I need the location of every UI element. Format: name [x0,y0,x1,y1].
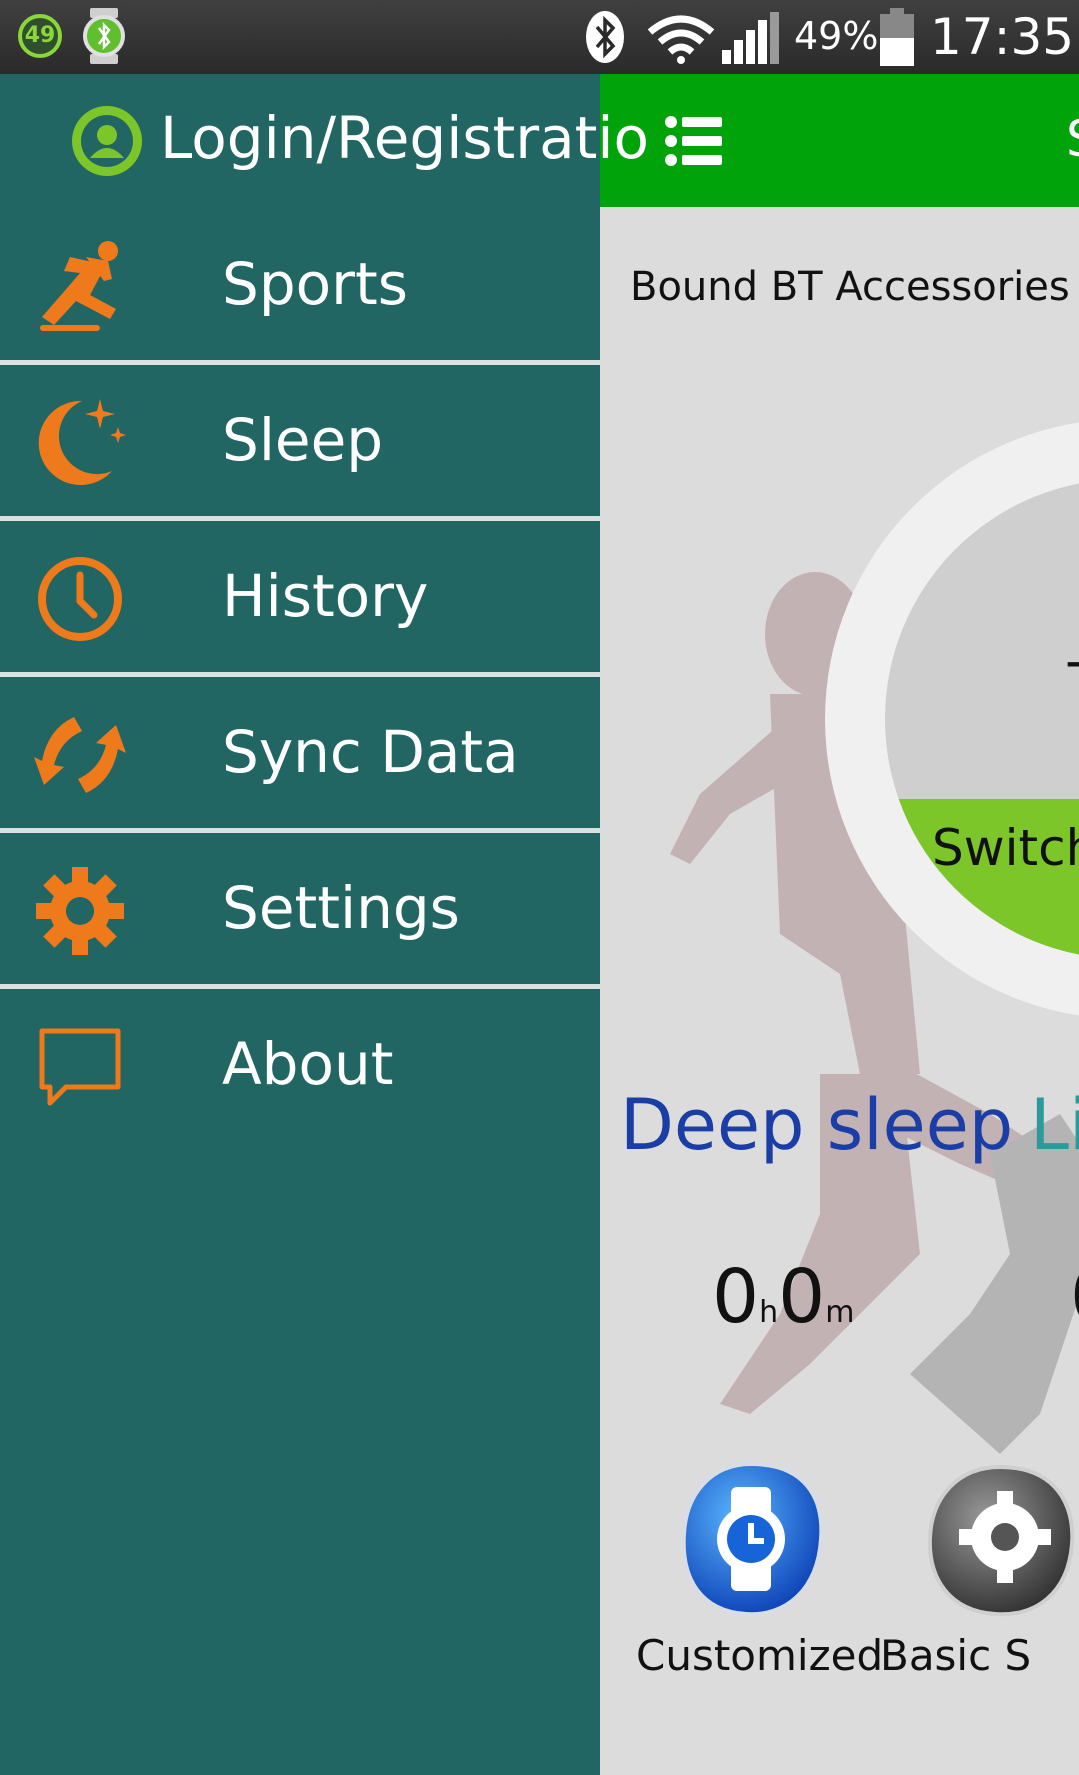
drawer-item-sleep[interactable]: Sleep [0,365,600,521]
drawer-item-settings[interactable]: Settings [0,833,600,989]
dial-dash: - [1065,629,1079,692]
light-sleep-duration: 0 [1070,1254,1079,1340]
customized-label: Customized [636,1631,884,1680]
basic-settings-label: Basic S [880,1631,1032,1680]
battery-icon [880,8,914,66]
bluetooth-icon [585,10,625,64]
clock-time: 17:35 [930,8,1075,66]
running-icon [30,237,130,337]
navigation-drawer: Login/Registratio Sports Sleep History S… [0,74,649,1775]
signal-icon [722,12,782,64]
status-bar: 49 49% 17:35 [0,0,1079,74]
login-registration-row[interactable]: Login/Registratio [0,74,649,209]
clock-icon [30,549,130,649]
bluetooth-watch-icon [82,8,126,64]
drawer-item-label: Settings [222,874,460,942]
drawer-item-history[interactable]: History [0,521,600,677]
deep-sleep-label: Deep sleep [620,1084,1014,1166]
chat-bubble-icon [30,1017,130,1117]
deep-sleep-duration: 0h0m [712,1254,855,1340]
battery-percent: 49% [794,14,879,58]
drawer-item-label: About [222,1030,394,1098]
drawer-item-about[interactable]: About [0,989,600,1140]
customized-button[interactable]: Customized [620,1459,883,1775]
bound-accessories-label: Bound BT Accessories [630,264,1070,310]
app-header: S [600,74,1079,207]
drawer-item-sports[interactable]: Sports [0,209,600,365]
switch-label[interactable]: Switch [932,819,1079,877]
gear-icon [920,1459,1079,1619]
notification-badge-icon: 49 [16,12,64,60]
basic-settings-button[interactable]: Basic S [880,1459,1079,1775]
watch-icon [676,1459,826,1619]
user-avatar-icon [68,102,146,180]
drawer-menu: Sports Sleep History Sync Data Settings … [0,209,600,1140]
menu-list-icon[interactable] [664,114,722,168]
login-label: Login/Registratio [160,104,650,172]
drawer-item-sync-data[interactable]: Sync Data [0,677,600,833]
drawer-item-label: Sports [222,250,408,318]
main-panel: S Bound BT Accessories - Switch Deep sle… [600,74,1079,1775]
drawer-item-label: Sleep [222,406,384,474]
header-title: S [1066,110,1079,168]
sync-icon [30,705,130,805]
drawer-item-label: History [222,562,429,630]
light-sleep-label: Li [1030,1084,1079,1166]
moon-icon [30,393,130,493]
dial-inner: - Switch [885,479,1079,959]
gear-icon [30,861,130,961]
drawer-item-label: Sync Data [222,718,519,786]
wifi-icon [646,14,716,64]
